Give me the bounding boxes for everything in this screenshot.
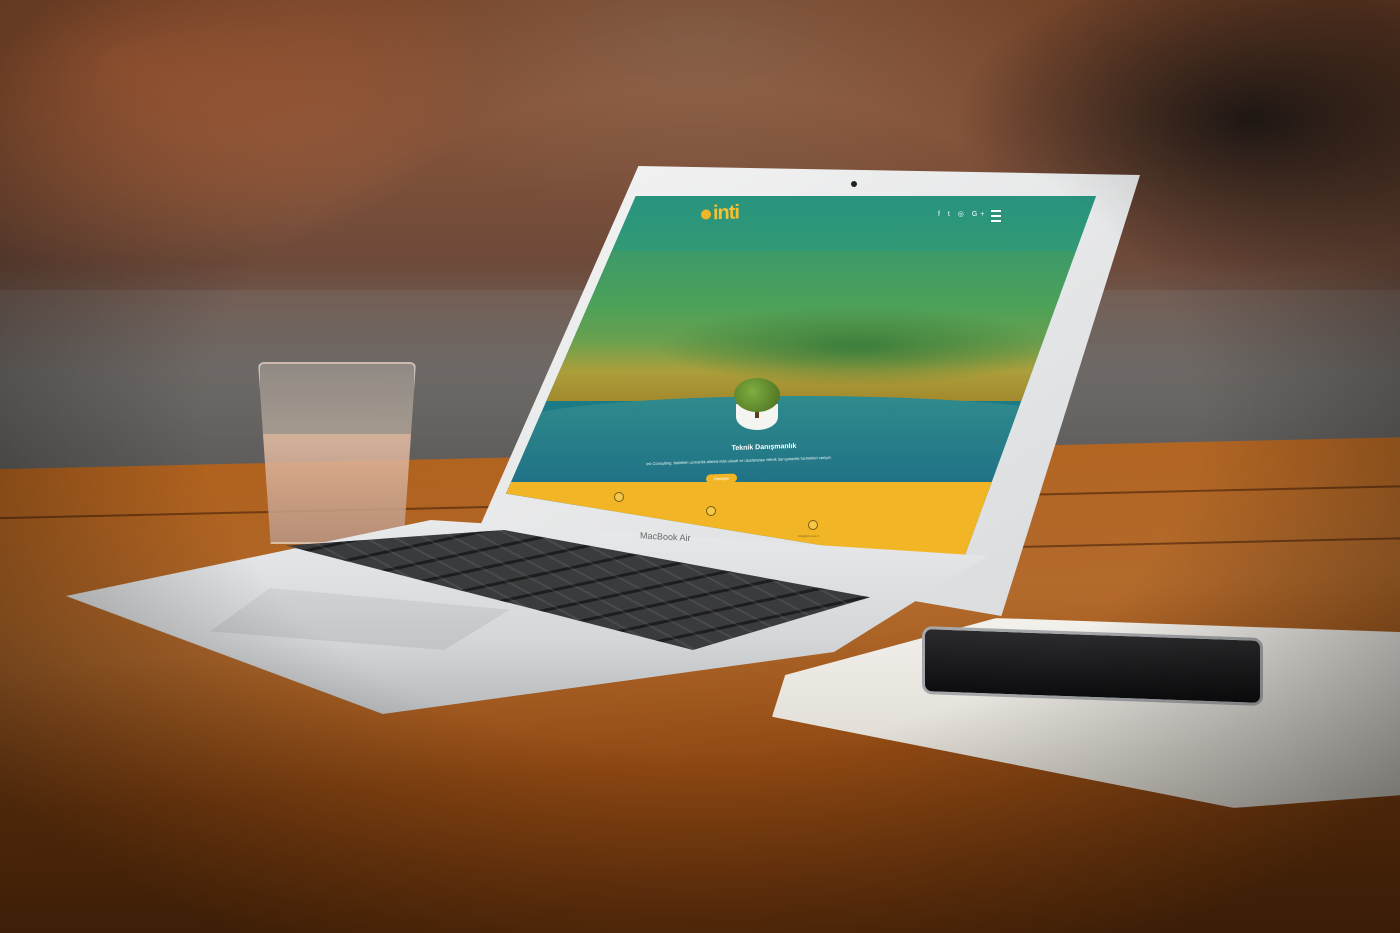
website-logo[interactable]: inti	[701, 201, 739, 225]
tree-icon	[730, 374, 784, 434]
smartphone	[922, 626, 1263, 706]
logo-text: inti	[713, 201, 739, 225]
social-icons[interactable]: f t ◎ G+	[938, 210, 987, 218]
glass-water	[260, 434, 414, 542]
envelope-icon[interactable]	[808, 520, 818, 530]
tree-crown	[734, 378, 780, 412]
logo-sun-icon	[701, 209, 711, 220]
phone-icon[interactable]	[614, 492, 624, 502]
water-glass	[258, 362, 416, 544]
contact-email[interactable]: info@inti.com.tr	[798, 534, 819, 538]
location-pin-icon[interactable]	[706, 506, 716, 516]
webcam-icon	[851, 181, 857, 187]
details-button[interactable]: Detaylar	[706, 473, 737, 484]
hamburger-icon[interactable]	[991, 210, 1001, 222]
photo-scene: inti f t ◎ G+ Teknik Danışmanlık inti Co…	[0, 0, 1400, 933]
